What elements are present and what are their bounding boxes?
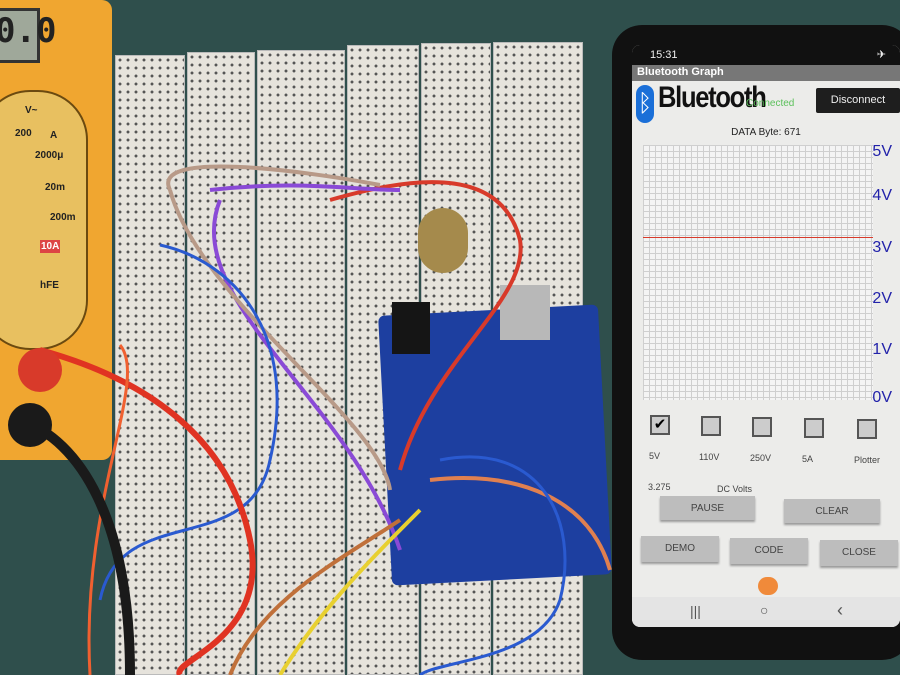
checkbox-110v[interactable] [701, 416, 721, 436]
recents-button[interactable]: ||| [690, 603, 701, 619]
checkbox-label: 250V [750, 453, 772, 463]
status-bar: 15:31 ✈ [632, 45, 900, 65]
airplane-icon: ✈ [876, 49, 886, 61]
y-label: 0V [872, 389, 892, 406]
nav-bar: ||| ○ ‹ [632, 597, 900, 627]
checkbox-5a[interactable] [804, 418, 824, 438]
phone-screen: 15:31 ✈ Bluetooth Graph ᛒ Bluetooth Conne… [632, 45, 900, 627]
clear-button[interactable]: CLEAR [784, 499, 880, 523]
voltage-graph [643, 145, 873, 400]
voltage-line [643, 236, 873, 238]
checkbox-label: Plotter [854, 455, 881, 465]
checkbox-250v[interactable] [752, 417, 772, 437]
reading-unit: DC Volts [717, 484, 753, 494]
y-label: 1V [872, 341, 892, 358]
home-button[interactable]: ○ [760, 602, 768, 618]
app-title: Bluetooth Graph [632, 65, 900, 81]
checkbox-5v[interactable]: ✔ [650, 415, 670, 435]
pause-button[interactable]: PAUSE [660, 496, 755, 520]
y-label: 3V [872, 239, 892, 256]
checkbox-label: 5V [649, 451, 661, 461]
status-time: 15:31 [650, 49, 678, 61]
data-byte-label: DATA Byte: 671 [731, 127, 801, 138]
reading-value: 3.275 [648, 482, 671, 492]
disconnect-button[interactable]: Disconnect [816, 88, 900, 113]
checkbox-plotter[interactable] [857, 419, 877, 439]
y-label: 4V [872, 187, 892, 204]
y-label: 2V [872, 290, 892, 307]
connection-status: Connected [746, 98, 795, 109]
bluetooth-icon: ᛒ [636, 85, 654, 123]
camera-record-icon[interactable] [758, 577, 778, 595]
y-label: 5V [872, 143, 892, 160]
checkbox-label: 5A [802, 454, 814, 464]
close-button[interactable]: CLOSE [820, 540, 898, 566]
code-button[interactable]: CODE [730, 538, 808, 564]
demo-button[interactable]: DEMO [641, 536, 719, 562]
checkbox-label: 110V [699, 452, 720, 462]
back-button[interactable]: ‹ [837, 600, 843, 621]
